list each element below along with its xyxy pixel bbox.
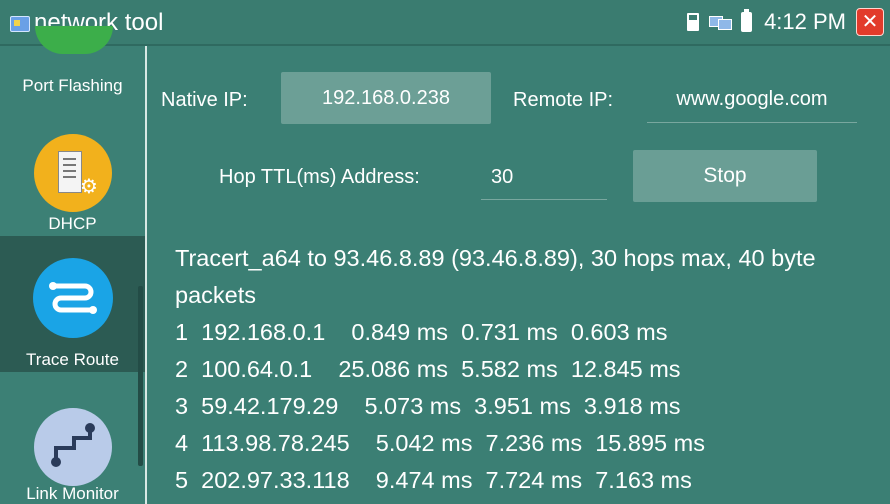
sd-card-icon <box>687 13 700 31</box>
trace-output: Tracert_a64 to 93.46.8.89 (93.46.8.89), … <box>175 240 875 499</box>
sidebar-item-label: Trace Route <box>26 350 119 369</box>
port-flashing-icon <box>35 26 113 54</box>
hop-row: 1 192.168.0.1 0.849 ms 0.731 ms 0.603 ms <box>175 319 668 345</box>
sidebar-item-label: Link Monitor <box>26 484 119 503</box>
dhcp-server-icon: ⚙ <box>34 134 112 212</box>
native-ip-value: 192.168.0.238 <box>281 72 491 124</box>
sidebar-scrollbar[interactable] <box>138 286 143 466</box>
native-ip-label: Native IP: <box>161 89 248 111</box>
battery-icon <box>741 9 753 32</box>
hop-row: 4 113.98.78.245 5.042 ms 7.236 ms 15.895… <box>175 430 705 456</box>
hop-row: 3 59.42.179.29 5.073 ms 3.951 ms 3.918 m… <box>175 393 681 419</box>
app-icon <box>10 16 30 32</box>
title-bar: network tool 4:12 PM ✕ <box>0 0 890 46</box>
hop-ttl-input[interactable]: 30 <box>481 154 607 200</box>
sidebar-item-dhcp[interactable]: ⚙ DHCP <box>0 126 145 234</box>
hop-row: 5 202.97.33.118 9.474 ms 7.724 ms 7.163 … <box>175 467 692 493</box>
sidebar-item-label: DHCP <box>48 214 97 233</box>
hop-ttl-label: Hop TTL(ms) Address: <box>219 166 420 188</box>
sidebar-item-link-monitor[interactable]: Link Monitor <box>0 396 145 504</box>
network-icon <box>709 13 733 31</box>
clock: 4:12 PM <box>764 9 846 34</box>
trace-route-panel: Native IP: 192.168.0.238 Remote IP: www.… <box>147 46 890 504</box>
close-icon: ✕ <box>861 11 879 33</box>
link-monitor-icon <box>34 408 112 486</box>
sidebar-item-label: Port Flashing <box>22 76 123 95</box>
sidebar: Port Flashing ⚙ DHCP Trace Route Link Mo… <box>0 26 147 504</box>
close-button[interactable]: ✕ <box>856 8 884 36</box>
sidebar-item-port-flashing[interactable]: Port Flashing <box>0 26 145 116</box>
stop-button[interactable]: Stop <box>633 150 817 202</box>
status-area: 4:12 PM ✕ <box>687 8 884 36</box>
remote-ip-label: Remote IP: <box>513 89 614 111</box>
remote-ip-input[interactable]: www.google.com <box>647 76 857 123</box>
hop-row: 2 100.64.0.1 25.086 ms 5.582 ms 12.845 m… <box>175 356 681 382</box>
sidebar-item-trace-route[interactable]: Trace Route <box>0 236 145 372</box>
trace-header: Tracert_a64 to 93.46.8.89 (93.46.8.89), … <box>175 245 816 308</box>
trace-route-icon <box>33 258 113 338</box>
